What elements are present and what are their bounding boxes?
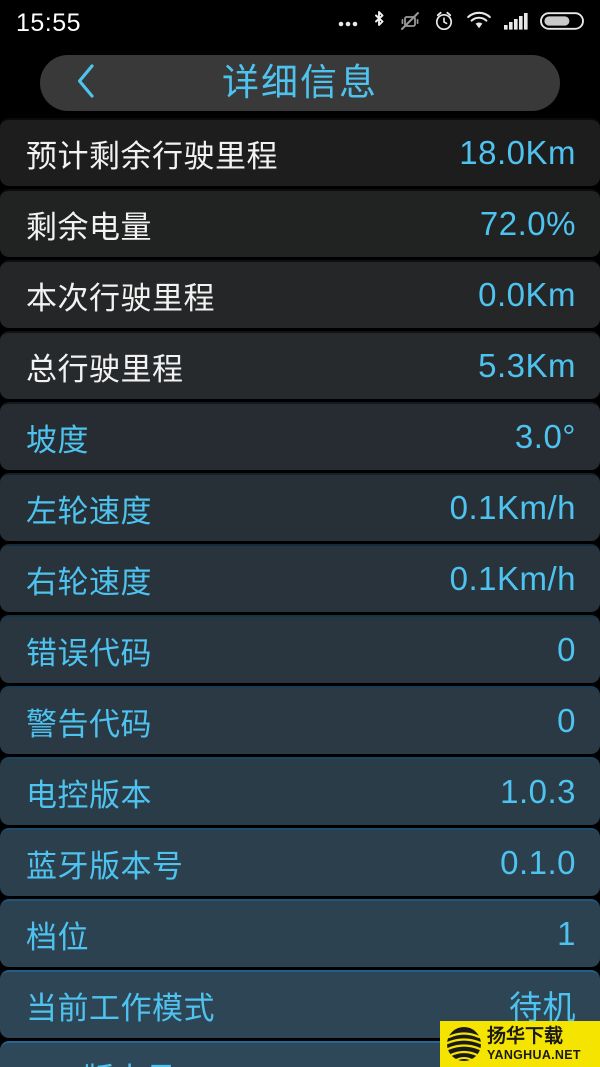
globe-logo-icon [446,1027,482,1061]
detail-row-label: App版本号 [26,1054,177,1067]
detail-row-value: 72.0% [479,205,576,242]
alarm-icon [433,10,455,37]
detail-row-value: 0.0Km [478,276,576,313]
detail-row-value: 0.1.0 [500,844,576,881]
detail-row-label: 总行驶里程 [26,351,184,387]
detail-list[interactable]: 预计剩余行驶里程 18.0Km 剩余电量 72.0% 本次行驶里程 0.0Km 总行驶里程 5… [0,118,600,1067]
detail-row-value: 0.1Km/h [449,489,576,526]
bluetooth-icon [371,9,387,38]
status-bar: 15:55 [0,0,600,46]
detail-row[interactable]: 电控版本 1.0.3 [0,757,600,825]
page-title: 详细信息 [222,62,378,103]
chevron-left-icon [73,61,99,106]
detail-row-label: 预计剩余行驶里程 [26,138,278,174]
status-bar-icon-group [336,9,584,38]
detail-row-value: 1 [557,915,576,952]
detail-row-value: 18.0Km [459,134,576,171]
signal-icon [503,11,529,36]
wifi-icon [466,11,492,36]
title-pill: 详细信息 [40,55,560,111]
detail-row[interactable]: 本次行驶里程 0.0Km [0,260,600,328]
detail-row-value: 1.0.3 [500,773,576,810]
detail-row[interactable]: 蓝牙版本号 0.1.0 [0,828,600,896]
detail-row[interactable]: 坡度 3.0° [0,402,600,470]
status-bar-clock: 15:55 [16,8,82,37]
vibrate-off-icon [398,10,422,37]
detail-row[interactable]: 右轮速度 0.1Km/h [0,544,600,612]
back-button[interactable] [56,55,116,111]
watermark-text: 扬华下载 YANGHUA.NET [487,1027,581,1062]
detail-row[interactable]: 剩余电量 72.0% [0,189,600,257]
detail-row-value: 0.1Km/h [449,560,576,597]
detail-row-value: 3.0° [514,418,576,455]
watermark-cn: 扬华下载 [487,1025,564,1047]
detail-row[interactable]: 预计剩余行驶里程 18.0Km [0,118,600,186]
detail-row[interactable]: 左轮速度 0.1Km/h [0,473,600,541]
detail-row-label: 档位 [26,919,89,955]
detail-row-value: 0 [557,702,576,739]
detail-row[interactable]: 总行驶里程 5.3Km [0,331,600,399]
watermark-en: YANGHUA.NET [487,1047,581,1062]
detail-row-label: 当前工作模式 [26,990,215,1026]
battery-icon [540,10,584,37]
detail-row-label: 本次行驶里程 [26,280,215,316]
detail-row-label: 坡度 [26,422,89,458]
detail-row-value: 5.3Km [478,347,576,384]
more-dots-icon [336,11,360,36]
detail-row-label: 电控版本 [26,777,152,813]
detail-row-label: 蓝牙版本号 [26,848,184,884]
detail-row-label: 错误代码 [26,635,152,671]
detail-row-value: 0 [557,631,576,668]
detail-row-label: 右轮速度 [26,564,152,600]
title-bar: 详细信息 [0,46,600,118]
detail-row[interactable]: 档位 1 [0,899,600,967]
detail-row[interactable]: 错误代码 0 [0,615,600,683]
detail-row[interactable]: 警告代码 0 [0,686,600,754]
detail-row-label: 警告代码 [26,706,152,742]
detail-row-label: 剩余电量 [26,209,152,245]
watermark-badge: 扬华下载 YANGHUA.NET [440,1021,600,1067]
detail-row-label: 左轮速度 [26,493,152,529]
